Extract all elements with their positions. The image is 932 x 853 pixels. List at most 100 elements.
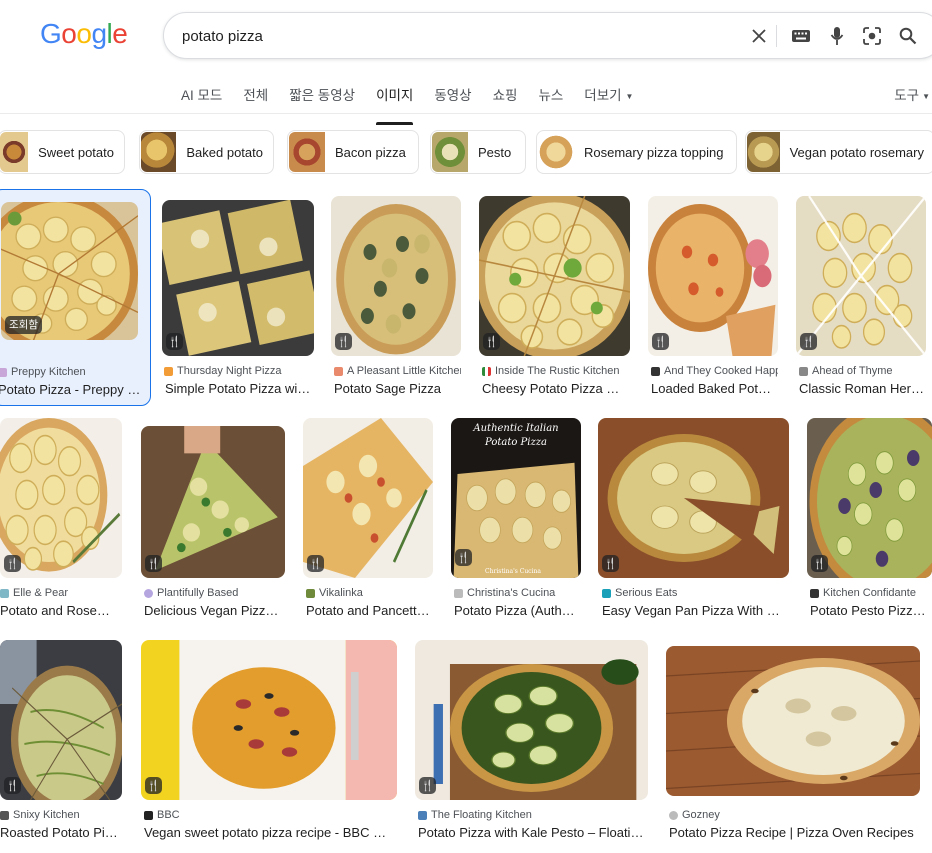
image-credit: Christina's Cucina bbox=[485, 568, 541, 575]
result-image: 🍴 bbox=[141, 426, 285, 578]
search-tabs: AI 모드 전체 짧은 동영상 이미지 동영상 쇼핑 뉴스 더보기 ▼ bbox=[181, 84, 654, 125]
search-icon[interactable] bbox=[897, 25, 919, 47]
recipe-icon: 🍴 bbox=[145, 777, 162, 794]
recipe-icon: 🍴 bbox=[4, 777, 21, 794]
result-card[interactable]: 🍴 And They Cooked Happily Ever After Loa… bbox=[648, 196, 778, 400]
recipe-icon: 🍴 bbox=[335, 333, 352, 350]
google-logo[interactable]: Google bbox=[40, 18, 128, 50]
result-title[interactable]: Loaded Baked Potato Pizza bbox=[651, 381, 776, 396]
result-card[interactable]: 🍴 Plantifully Based Delicious Vegan Pizz… bbox=[141, 426, 285, 622]
result-card[interactable]: 🍴 Kitchen Confidante Potato Pesto Pizza … bbox=[807, 418, 932, 622]
chip-thumbnail bbox=[289, 132, 325, 172]
source-name: A Pleasant Little Kitchen bbox=[347, 365, 461, 377]
result-title[interactable]: Easy Vegan Pan Pizza With Potatoes bbox=[602, 603, 782, 618]
tab-videos[interactable]: 동영상 bbox=[434, 84, 471, 114]
result-image: 🍴 bbox=[807, 418, 932, 578]
keyboard-icon[interactable] bbox=[790, 25, 812, 47]
result-title[interactable]: Potato Pizza Recipe | Pizza Oven Recipes bbox=[669, 825, 914, 840]
result-title[interactable]: Potato and Pancetta Pizza bbox=[306, 603, 431, 618]
search-input[interactable] bbox=[182, 23, 722, 49]
result-source: Inside The Rustic Kitchen bbox=[482, 365, 630, 377]
result-card[interactable]: Gozney Potato Pizza Recipe | Pizza Oven … bbox=[666, 646, 920, 844]
source-favicon bbox=[144, 588, 153, 598]
chip-label: Baked potato bbox=[186, 144, 263, 160]
result-card[interactable]: 🍴 Thursday Night Pizza Simple Potato Piz… bbox=[162, 200, 314, 400]
result-source: Vikalinka bbox=[306, 587, 433, 599]
result-title[interactable]: Cheesy Potato Pizza Recipe bbox=[482, 381, 628, 396]
tab-news[interactable]: 뉴스 bbox=[538, 84, 563, 114]
result-card[interactable]: 🍴 The Floating Kitchen Potato Pizza with… bbox=[415, 640, 648, 844]
chip-rosemary-pizza-topping[interactable]: Rosemary pizza topping bbox=[536, 130, 737, 174]
result-source: BBC bbox=[144, 809, 394, 821]
result-card[interactable]: 🍴 Serious Eats Easy Vegan Pan Pizza With… bbox=[598, 418, 789, 622]
chip-bacon-pizza[interactable]: Bacon pizza bbox=[287, 130, 419, 174]
result-image: 🍴 bbox=[141, 640, 397, 800]
recipe-icon: 🍴 bbox=[145, 555, 162, 572]
result-card[interactable]: 🍴 Inside The Rustic Kitchen Cheesy Potat… bbox=[479, 196, 630, 400]
source-name: Snixy Kitchen bbox=[13, 809, 80, 821]
result-title[interactable]: Potato Pizza - Preppy Kitchen bbox=[0, 382, 143, 397]
result-card[interactable]: 🍴 Vikalinka Potato and Pancetta Pizza bbox=[303, 418, 433, 622]
tab-ai-mode[interactable]: AI 모드 bbox=[181, 84, 222, 114]
source-favicon bbox=[482, 366, 491, 376]
result-card[interactable]: 🍴 Elle & Pear Potato and Rosemary Pizza bbox=[0, 418, 122, 622]
tab-all[interactable]: 전체 bbox=[243, 84, 268, 114]
source-name: Serious Eats bbox=[615, 587, 678, 599]
result-source: Kitchen Confidante bbox=[810, 587, 932, 599]
result-title[interactable]: Potato Sage Pizza bbox=[334, 381, 459, 396]
source-name: Christina's Cucina bbox=[467, 587, 556, 599]
result-title[interactable]: Potato Pesto Pizza Recipe bbox=[810, 603, 930, 618]
caret-down-icon: ▼ bbox=[922, 91, 930, 101]
chip-baked-potato[interactable]: Baked potato bbox=[139, 130, 274, 174]
result-source: Preppy Kitchen bbox=[0, 366, 148, 378]
result-title[interactable]: Potato and Rosemary Pizza bbox=[0, 603, 120, 618]
result-card[interactable]: 🍴 BBC Vegan sweet potato pizza recipe - … bbox=[141, 640, 397, 844]
result-title[interactable]: Potato Pizza (Authentic Italian) bbox=[454, 603, 579, 618]
source-favicon bbox=[602, 588, 611, 598]
tab-short-videos[interactable]: 짧은 동영상 bbox=[289, 84, 355, 114]
chip-pesto[interactable]: Pesto bbox=[430, 130, 526, 174]
source-name: Kitchen Confidante bbox=[823, 587, 916, 599]
source-name: BBC bbox=[157, 809, 180, 821]
chip-sweet-potato[interactable]: Sweet potato bbox=[0, 130, 125, 174]
source-name: Thursday Night Pizza bbox=[177, 365, 282, 377]
source-favicon bbox=[144, 810, 153, 820]
mic-icon[interactable] bbox=[826, 25, 848, 47]
source-favicon bbox=[454, 588, 463, 598]
chip-thumbnail bbox=[538, 132, 574, 172]
result-title[interactable]: Potato Pizza with Kale Pesto – Floating … bbox=[418, 825, 644, 840]
result-title[interactable]: Simple Potato Pizza with Rosemary bbox=[165, 381, 311, 396]
chip-vegan-potato-rosemary[interactable]: Vegan potato rosemary bbox=[745, 130, 932, 174]
chip-thumbnail bbox=[432, 132, 468, 172]
source-name: Gozney bbox=[682, 809, 720, 821]
clear-icon[interactable] bbox=[748, 25, 770, 47]
result-source: Gozney bbox=[669, 809, 919, 821]
result-card[interactable]: Authentic Italian Potato Pizza Christina'… bbox=[451, 418, 581, 622]
source-favicon bbox=[0, 588, 9, 598]
search-box bbox=[163, 12, 932, 59]
result-card[interactable]: 🍴 Snixy Kitchen Roasted Potato Pizza bbox=[0, 640, 122, 844]
tab-images[interactable]: 이미지 bbox=[376, 84, 414, 125]
result-card[interactable]: 🍴 Ahead of Thyme Classic Roman Herb Pota… bbox=[796, 196, 926, 400]
result-title[interactable]: Delicious Vegan Pizza with Potatoes bbox=[144, 603, 282, 618]
tools-menu[interactable]: 도구 ▼ bbox=[894, 84, 930, 104]
tab-more[interactable]: 더보기 ▼ bbox=[584, 84, 633, 114]
source-name: Preppy Kitchen bbox=[11, 366, 86, 378]
result-title[interactable]: Classic Roman Herb Potato Pizza bbox=[799, 381, 924, 396]
result-image: 🍴 bbox=[415, 640, 648, 800]
result-title[interactable]: Vegan sweet potato pizza recipe - BBC Fo… bbox=[144, 825, 394, 840]
tab-shopping[interactable]: 쇼핑 bbox=[493, 84, 518, 114]
result-title[interactable]: Roasted Potato Pizza bbox=[0, 825, 120, 840]
result-source: The Floating Kitchen bbox=[418, 809, 646, 821]
tab-more-label: 더보기 bbox=[584, 88, 622, 103]
source-favicon bbox=[0, 810, 9, 820]
result-card[interactable]: 🍴 A Pleasant Little Kitchen Potato Sage … bbox=[331, 196, 461, 400]
chip-label: Vegan potato rosemary bbox=[789, 144, 924, 160]
result-image: 🍴 bbox=[479, 196, 630, 356]
result-image: 🍴 bbox=[648, 196, 778, 356]
search-divider bbox=[776, 25, 777, 47]
recipe-icon: 🍴 bbox=[419, 777, 436, 794]
result-card[interactable]: 조회함 Preppy Kitchen Potato Pizza - Preppy… bbox=[0, 189, 151, 406]
recipe-icon: 🍴 bbox=[166, 333, 183, 350]
lens-icon[interactable] bbox=[861, 25, 883, 47]
